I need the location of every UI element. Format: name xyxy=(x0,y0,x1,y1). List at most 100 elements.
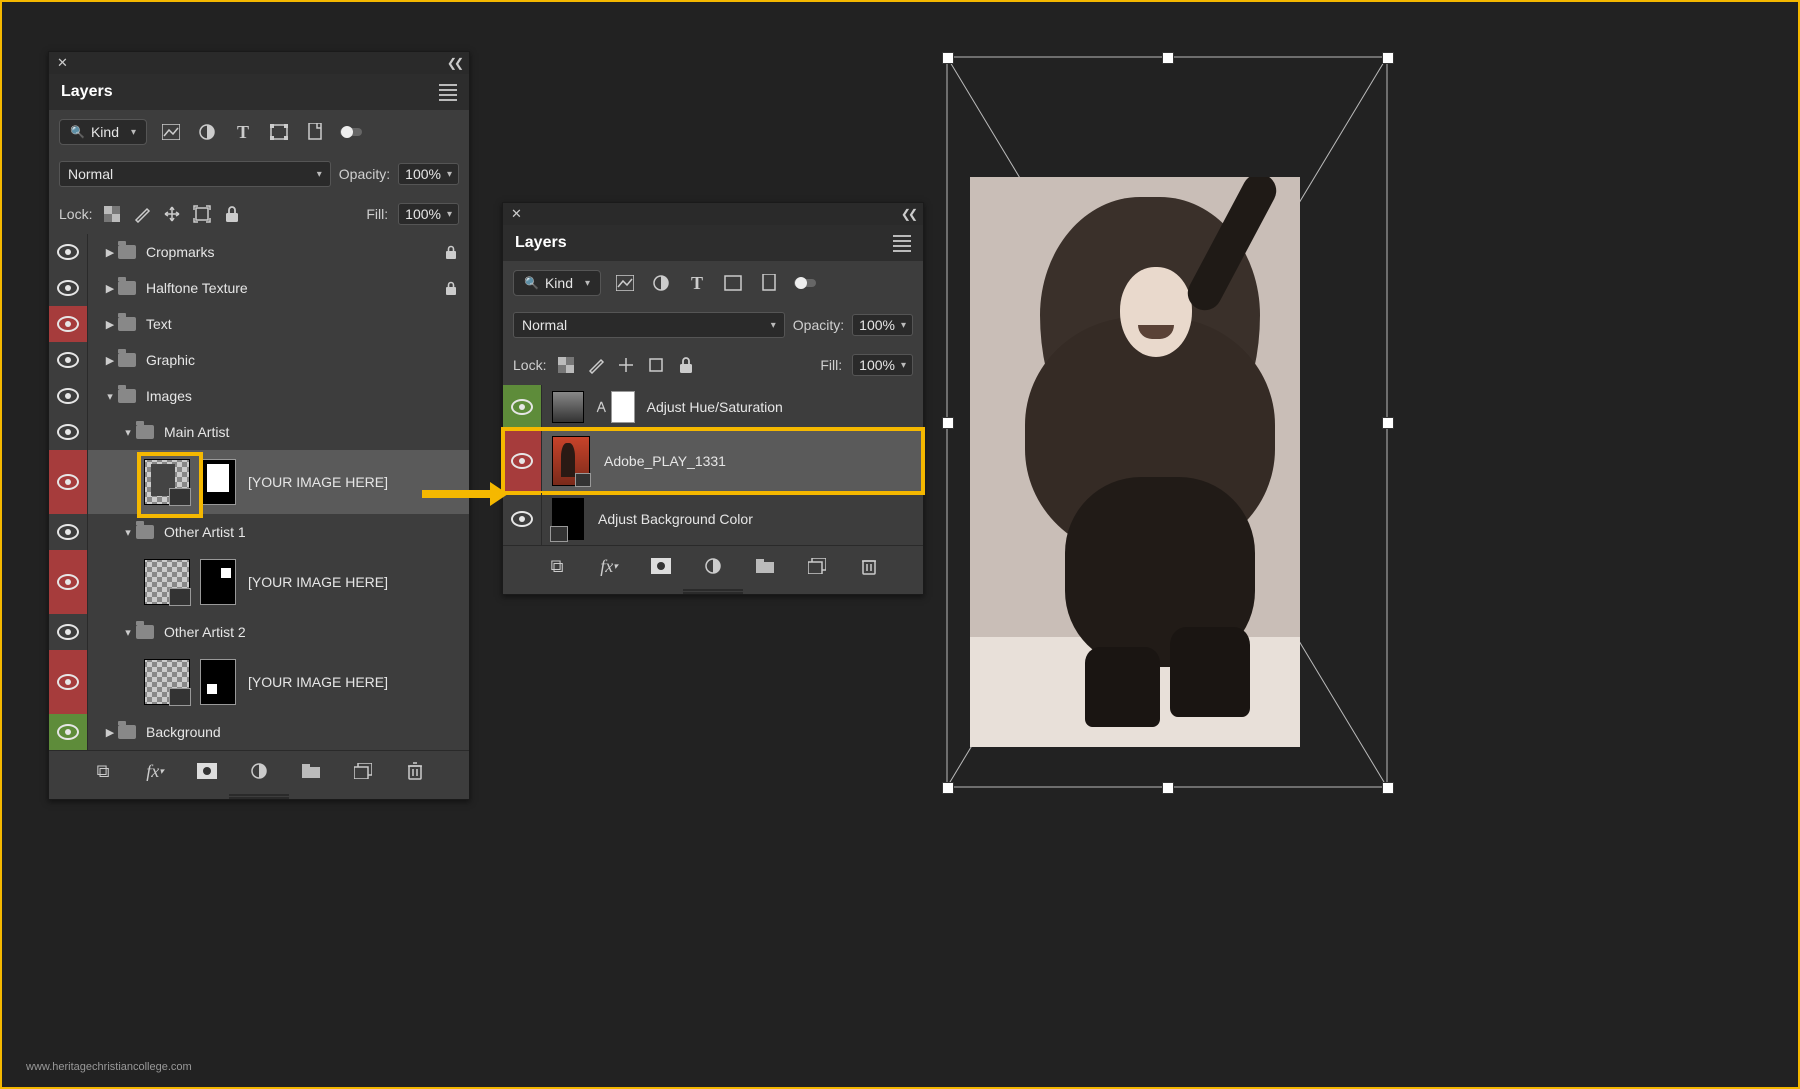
layer-cropmarks[interactable]: ▶ Cropmarks xyxy=(49,234,469,270)
transform-handle[interactable] xyxy=(1162,782,1174,794)
smartobject-thumb[interactable] xyxy=(144,559,190,605)
expand-toggle[interactable]: ▶ xyxy=(102,318,118,331)
opacity-value-box[interactable]: 100% ▾ xyxy=(398,163,459,185)
expand-toggle[interactable]: ▶ xyxy=(102,282,118,295)
filter-toggle[interactable] xyxy=(339,120,363,144)
visibility-toggle[interactable] xyxy=(503,385,542,429)
adjustment-layer-icon[interactable] xyxy=(701,554,725,578)
layer-text[interactable]: ▶ Text xyxy=(49,306,469,342)
layer-graphic[interactable]: ▶ Graphic xyxy=(49,342,469,378)
layer-other-artist-1[interactable]: ▾ Other Artist 1 xyxy=(49,514,469,550)
layer-lock-icon[interactable] xyxy=(445,245,457,259)
layers-tab[interactable]: Layers xyxy=(515,234,567,252)
layer-other-artist-2[interactable]: ▾ Other Artist 2 xyxy=(49,614,469,650)
filter-type-icon[interactable]: T xyxy=(685,271,709,295)
layer-mask-thumb[interactable] xyxy=(200,659,236,705)
smartobject-thumb[interactable] xyxy=(144,459,190,505)
filter-toggle[interactable] xyxy=(793,271,817,295)
visibility-toggle[interactable] xyxy=(503,493,542,545)
filter-pixel-icon[interactable] xyxy=(159,120,183,144)
filter-smartobject-icon[interactable] xyxy=(757,271,781,295)
filter-shape-icon[interactable] xyxy=(267,120,291,144)
layer-bg-adjust[interactable]: Adjust Background Color xyxy=(503,493,923,545)
expand-toggle[interactable]: ▾ xyxy=(102,390,118,403)
transform-handle[interactable] xyxy=(942,417,954,429)
layer-mask-icon[interactable] xyxy=(195,759,219,783)
visibility-toggle[interactable] xyxy=(49,614,88,650)
lock-all-icon[interactable] xyxy=(676,355,696,375)
link-layers-icon[interactable]: ⧉ xyxy=(545,554,569,578)
delete-layer-icon[interactable] xyxy=(857,554,881,578)
opacity-value-box[interactable]: 100% ▾ xyxy=(852,314,913,336)
panel-menu-icon[interactable] xyxy=(439,84,457,101)
layer-background[interactable]: ▶ Background xyxy=(49,714,469,750)
visibility-toggle[interactable] xyxy=(49,550,88,614)
panel-resize-grip[interactable] xyxy=(503,586,923,594)
layer-halftone[interactable]: ▶ Halftone Texture xyxy=(49,270,469,306)
link-layers-icon[interactable]: ⧉ xyxy=(91,759,115,783)
layer-thumb[interactable] xyxy=(552,498,584,540)
lock-artboard-icon[interactable] xyxy=(646,355,666,375)
lock-all-icon[interactable] xyxy=(222,204,242,224)
new-layer-icon[interactable] xyxy=(351,759,375,783)
filter-shape-icon[interactable] xyxy=(721,271,745,295)
visibility-toggle[interactable] xyxy=(49,514,88,550)
transform-handle[interactable] xyxy=(1162,52,1174,64)
delete-layer-icon[interactable] xyxy=(403,759,427,783)
layer-mask-thumb[interactable] xyxy=(611,391,635,423)
expand-toggle[interactable]: ▶ xyxy=(102,246,118,259)
visibility-toggle[interactable] xyxy=(49,650,88,714)
panel-titlebar[interactable]: ✕ ❮❮ xyxy=(503,203,923,225)
filter-type-icon[interactable]: T xyxy=(231,120,255,144)
layer-hue-saturation[interactable]: 𐌀 Adjust Hue/Saturation xyxy=(503,385,923,429)
collapse-icon[interactable]: ❮❮ xyxy=(901,207,915,221)
filter-smartobject-icon[interactable] xyxy=(303,120,327,144)
lock-brush-icon[interactable] xyxy=(132,204,152,224)
expand-toggle[interactable]: ▶ xyxy=(102,726,118,739)
expand-toggle[interactable]: ▾ xyxy=(120,526,136,539)
new-group-icon[interactable] xyxy=(299,759,323,783)
transform-handle[interactable] xyxy=(942,782,954,794)
visibility-toggle[interactable] xyxy=(49,414,88,450)
layer-mask-thumb[interactable] xyxy=(200,459,236,505)
visibility-toggle[interactable] xyxy=(49,306,88,342)
new-layer-icon[interactable] xyxy=(805,554,829,578)
filter-kind-dropdown[interactable]: 🔍 Kind ▾ xyxy=(513,270,601,296)
visibility-toggle[interactable] xyxy=(49,378,88,414)
layer-mask-icon[interactable] xyxy=(649,554,673,578)
lock-transparency-icon[interactable] xyxy=(556,355,576,375)
expand-toggle[interactable]: ▾ xyxy=(120,426,136,439)
visibility-toggle[interactable] xyxy=(49,270,88,306)
transform-handle[interactable] xyxy=(942,52,954,64)
layer-placeholder-other1[interactable]: [YOUR IMAGE HERE] xyxy=(49,550,469,614)
adjustment-layer-icon[interactable] xyxy=(247,759,271,783)
lock-position-icon[interactable] xyxy=(616,355,636,375)
panel-menu-icon[interactable] xyxy=(893,235,911,252)
layer-fx-icon[interactable]: fx▾ xyxy=(597,554,621,578)
expand-toggle[interactable]: ▾ xyxy=(120,626,136,639)
collapse-icon[interactable]: ❮❮ xyxy=(447,56,461,70)
lock-artboard-icon[interactable] xyxy=(192,204,212,224)
smartobject-thumb[interactable] xyxy=(144,659,190,705)
visibility-toggle[interactable] xyxy=(49,450,88,514)
adjustment-thumb[interactable] xyxy=(552,391,584,423)
transform-handle[interactable] xyxy=(1382,782,1394,794)
visibility-toggle[interactable] xyxy=(49,714,88,750)
fill-value-box[interactable]: 100% ▾ xyxy=(852,354,913,376)
layers-tab[interactable]: Layers xyxy=(61,83,113,101)
expand-toggle[interactable]: ▶ xyxy=(102,354,118,367)
lock-transparency-icon[interactable] xyxy=(102,204,122,224)
layer-lock-icon[interactable] xyxy=(445,281,457,295)
layer-main-artist[interactable]: ▾ Main Artist xyxy=(49,414,469,450)
visibility-toggle[interactable] xyxy=(503,429,542,493)
visibility-toggle[interactable] xyxy=(49,342,88,378)
link-mask-icon[interactable]: 𐌀 xyxy=(596,399,607,416)
lock-brush-icon[interactable] xyxy=(586,355,606,375)
layer-fx-icon[interactable]: fx▾ xyxy=(143,759,167,783)
filter-adjustment-icon[interactable] xyxy=(649,271,673,295)
layer-images[interactable]: ▾ Images xyxy=(49,378,469,414)
layer-mask-thumb[interactable] xyxy=(200,559,236,605)
filter-kind-dropdown[interactable]: 🔍 Kind ▾ xyxy=(59,119,147,145)
lock-position-icon[interactable] xyxy=(162,204,182,224)
blend-mode-dropdown[interactable]: Normal ▾ xyxy=(513,312,785,338)
